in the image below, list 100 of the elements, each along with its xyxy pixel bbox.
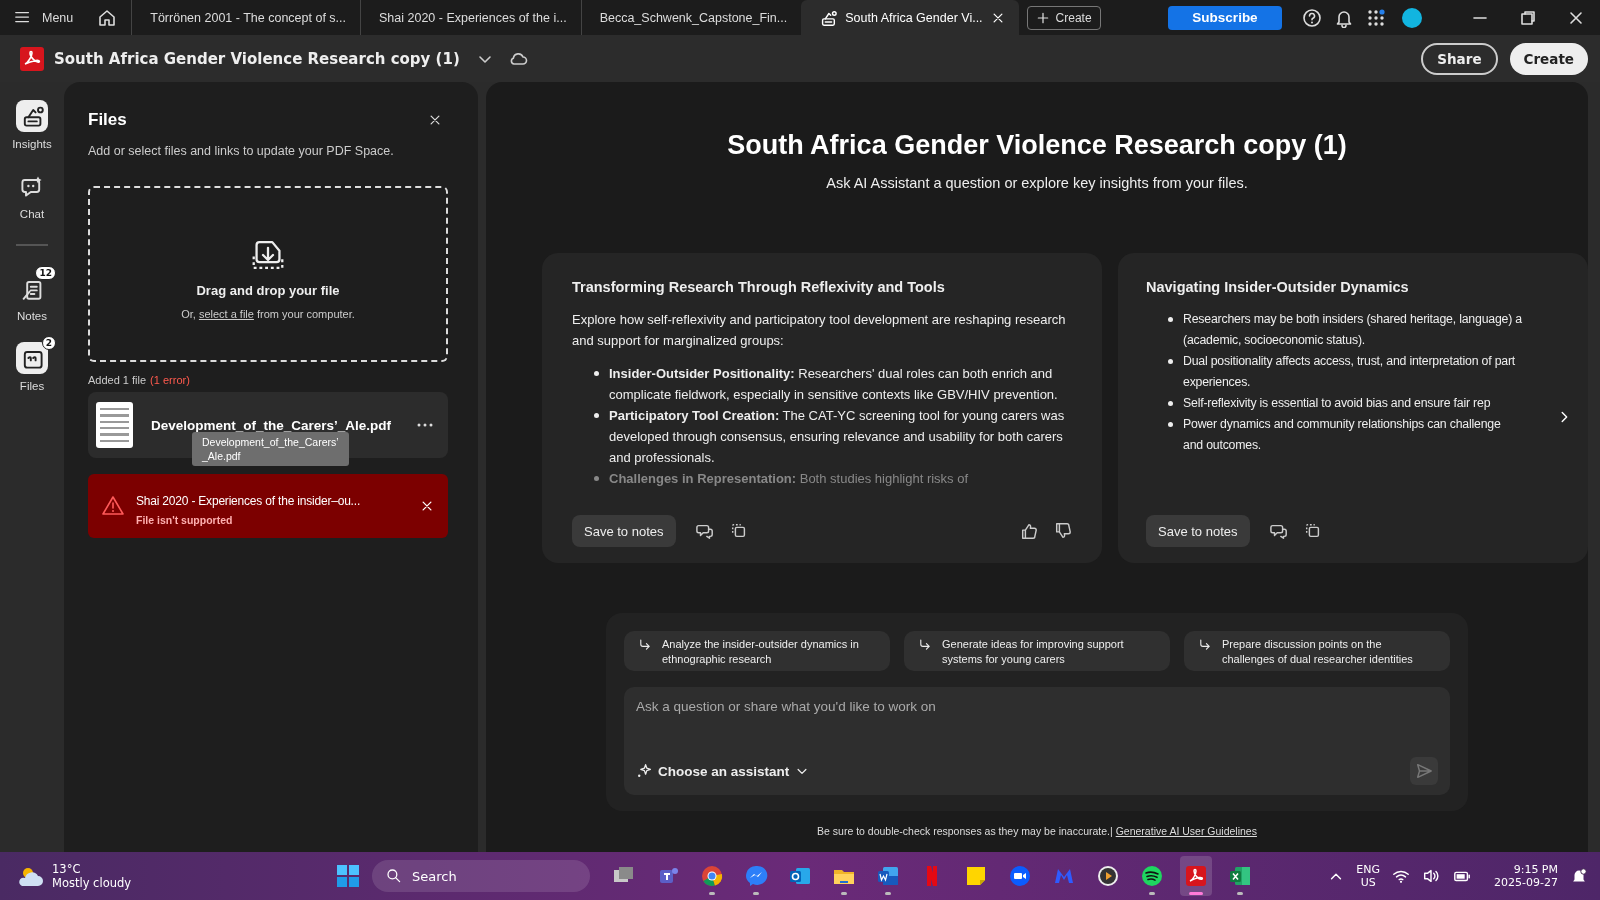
sparkle-icon [636,763,652,779]
drop-zone-heading: Drag and drop your file [196,282,340,298]
pdf-logo-icon [20,46,44,71]
apps-grid-icon[interactable] [1366,7,1386,28]
chat-icon [20,174,44,198]
thumbs-down-icon[interactable] [1054,522,1072,540]
volume-icon[interactable] [1422,867,1441,885]
close-icon[interactable] [428,113,442,127]
reply-arrow-icon [638,638,652,652]
search-icon [386,868,402,884]
maximize-icon[interactable] [1519,8,1537,27]
spreadsheet-icon [1228,864,1252,888]
bullet-icon [1168,317,1173,322]
reply-arrow-icon [1198,638,1212,652]
bullet-icon [1168,359,1173,364]
bullet-icon [1168,401,1173,406]
card-text: Explore how self-reflexivity and participatory tool development are reshaping research and support for marginalized groups: [572,311,1067,350]
bullet-icon [594,371,599,376]
panel-description: Add or select files and links to update your PDF Space. [88,144,395,158]
weather-description: Mostly cloudy [52,876,132,890]
bullet-icon [594,413,599,418]
disclaimer-text: Be sure to double-check responses as they may be inaccurate.| Generative AI User Guidelines [817,825,1257,837]
video-app-icon [1008,864,1032,888]
avatar[interactable] [1402,7,1422,28]
insights-icon [819,8,838,27]
search-field[interactable]: Search [372,860,590,892]
reply-arrow-icon [918,638,932,652]
drop-zone[interactable]: Drag and drop your file Or, select a file from your computer. [88,186,448,362]
bullet-icon [1168,422,1173,427]
bullet-text: Participatory Tool Creation: The CAT-YC screening tool for young carers was developed through consensus, ensuring relevance and usability for both carers and professionals. [609,407,1066,467]
bullet-text: Self-reflexivity is essential to avoid bias and ensure fair rep [1183,395,1491,412]
prompt-field[interactable]: Ask a question or share what you'd like to work on Choose an assistant [624,687,1450,795]
suggestion-chip[interactable]: Generate ideas for improving support systems for young carers [904,631,1170,671]
file-thumbnail [96,402,133,448]
running-indicator [1237,892,1243,895]
rail-label: Insights [12,138,52,150]
chat-icon[interactable] [695,522,714,540]
note-icon [964,864,988,888]
page-subtitle: Ask AI Assistant a question or explore key insights from your files. [826,175,1248,191]
running-indicator [885,892,891,895]
chat-icon[interactable] [1269,522,1288,540]
file-name: Development_of_the_Carers’_Ale.pdf [151,417,393,433]
error-message: File isn't supported [136,514,234,526]
thumbs-up-icon[interactable] [1020,522,1038,540]
running-indicator [709,892,715,895]
language-indicator[interactable]: ENG US [1356,863,1381,889]
temperature: 13°C [52,862,82,876]
pdf-app-icon [1184,864,1208,888]
document-app-icon [876,864,900,888]
count-badge: 2 [41,336,56,350]
running-indicator [1149,892,1155,895]
circle-app-icon [700,864,724,888]
panel-title: Files [88,110,127,130]
running-indicator [753,892,759,895]
bullet-text: Researchers may be both insiders (shared heritage, language) a (academic, socioeconomic status). [1183,311,1522,349]
bullet-text: Power dynamics and community relationships can challenge and outcomes. [1183,416,1501,454]
count-badge: 12 [35,266,56,280]
share-button[interactable]: Share [1421,42,1498,75]
home-icon[interactable] [97,7,118,28]
bullet-icon [594,476,599,481]
subscribe-button[interactable]: Subscribe [1168,5,1282,30]
chat-bubble-icon [744,864,768,888]
copy-icon[interactable] [1303,522,1322,540]
page-heading: South Africa Gender Violence Research copy (1) [727,130,1347,161]
close-icon[interactable] [420,499,434,513]
play-icon [1096,864,1120,888]
files-button[interactable] [16,342,48,374]
sound-wave-icon [1140,864,1164,888]
create-button[interactable]: Create [1509,42,1588,75]
menu-button[interactable]: Menu [0,8,86,27]
rail-label: Notes [16,310,47,322]
bullet-text: Dual positionality affects access, trust, and interpretation of part experiences. [1183,353,1516,391]
save-to-notes-button[interactable]: Save to notes [572,515,676,547]
files-summary: Added 1 file [88,374,147,386]
suggestion-chip[interactable]: Prepare discussion points on the challenges of dual researcher identities [1184,631,1450,671]
rail-label: Files [19,380,45,392]
drop-zone-hint: Or, select a file from your computer. [181,307,355,320]
plus-icon [1035,10,1050,25]
more-icon[interactable] [416,421,434,429]
start-icon[interactable] [336,864,360,888]
assistant-dropdown[interactable]: Choose an assistant [636,763,810,779]
running-indicator [841,892,847,895]
tooltip: Development_of_the_Carers’ _Ale.pdf [192,432,349,466]
create-tab-button[interactable]: Create [1026,5,1101,30]
copy-icon[interactable] [729,522,748,540]
taskbar-app-button[interactable] [1180,856,1212,896]
clock[interactable]: 9:15 PM 2025-09-27 [1494,863,1558,889]
suggestion-chip[interactable]: Analyze the insider-outsider dynamics in ethnographic research [624,631,890,671]
card-title: Transforming Research Through Reflexivity and Tools [572,279,946,295]
error-count: (1 error) [150,374,190,386]
save-to-notes-button[interactable]: Save to notes [1146,515,1250,547]
help-icon[interactable] [1302,7,1322,28]
select-file-link[interactable]: select a file [198,307,254,320]
guidelines-link[interactable]: Generative AI User Guidelines [1115,825,1257,837]
document-tab[interactable]: South Africa Gender Vi... [801,0,1019,35]
running-indicator [1189,892,1203,895]
insights-button[interactable] [16,100,48,132]
send-icon [1415,762,1433,780]
document-title: South Africa Gender Violence Research copy (1) [54,49,460,68]
bullet-text: Challenges in Representation: Both studies highlight risks of [609,470,969,488]
